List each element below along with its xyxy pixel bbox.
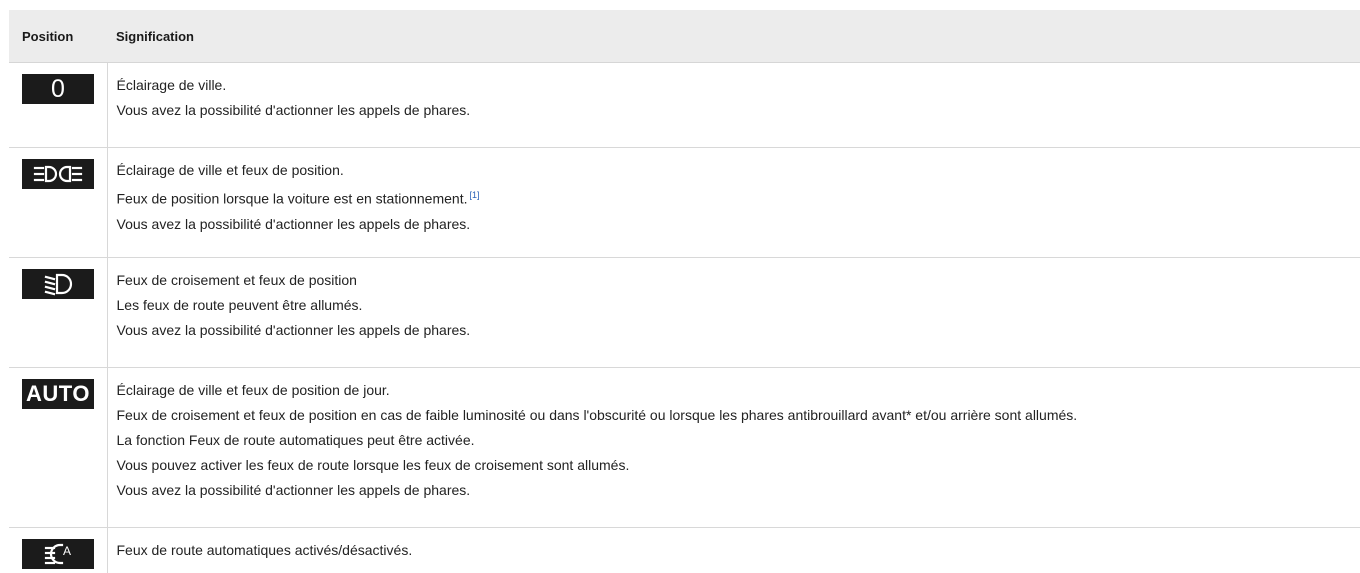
signification-cell: Feux de route automatiques activés/désac… — [107, 528, 1360, 573]
header-signification: Signification — [107, 10, 1360, 63]
position-cell — [9, 258, 107, 368]
signification-cell: Éclairage de ville. Vous avez la possibi… — [107, 63, 1360, 148]
description-line: Éclairage de ville. — [117, 73, 1360, 98]
description-line: Feux de croisement et feux de position e… — [117, 403, 1360, 428]
table-row: Éclairage de ville et feux de position. … — [9, 148, 1360, 258]
light-switch-table: Position Signification 0 Éclairage de vi… — [9, 10, 1360, 573]
description-line: Vous avez la possibilité d'actionner les… — [117, 478, 1360, 503]
position-cell: 0 — [9, 63, 107, 148]
zero-position-icon: 0 — [22, 74, 94, 104]
description-line: La fonction Feux de route automatiques p… — [117, 428, 1360, 453]
signification-cell: Feux de croisement et feux de position L… — [107, 258, 1360, 368]
auto-high-beam-letter: A — [63, 544, 71, 558]
parking-lights-icon — [22, 159, 94, 189]
header-position: Position — [9, 10, 107, 63]
description-line: Vous avez la possibilité d'actionner les… — [117, 212, 1360, 237]
signification-cell: Éclairage de ville et feux de position d… — [107, 368, 1360, 528]
position-cell — [9, 148, 107, 258]
description-line: Vous pouvez activer les feux de route lo… — [117, 453, 1360, 478]
position-cell: AUTO — [9, 368, 107, 528]
description-line: Vous avez la possibilité d'actionner les… — [117, 318, 1360, 343]
position-cell: A — [9, 528, 107, 573]
description-line-with-footnote: Feux de position lorsque la voiture est … — [117, 183, 1360, 212]
table-row: 0 Éclairage de ville. Vous avez la possi… — [9, 63, 1360, 148]
description-line: Éclairage de ville et feux de position. — [117, 158, 1360, 183]
description-line: Les feux de route peuvent être allumés. — [117, 293, 1360, 318]
description-line: Feux de route automatiques activés/désac… — [117, 538, 1360, 563]
zero-position-symbol: 0 — [51, 74, 65, 104]
footnote-link[interactable]: [1] — [469, 190, 479, 200]
table-header-row: Position Signification — [9, 10, 1360, 63]
description-line: Feux de croisement et feux de position — [117, 268, 1360, 293]
table-row: Feux de croisement et feux de position L… — [9, 258, 1360, 368]
description-line: Vous avez la possibilité d'actionner les… — [117, 98, 1360, 123]
description-text: Feux de position lorsque la voiture est … — [117, 191, 468, 207]
table-row: A Feux de route automatiques activés/dés… — [9, 528, 1360, 573]
auto-lights-icon: AUTO — [22, 379, 94, 409]
signification-cell: Éclairage de ville et feux de position. … — [107, 148, 1360, 258]
table-row: AUTO Éclairage de ville et feux de posit… — [9, 368, 1360, 528]
light-switch-table-container: Position Signification 0 Éclairage de vi… — [9, 10, 1360, 573]
description-line: Éclairage de ville et feux de position d… — [117, 378, 1360, 403]
dipped-beam-icon — [22, 269, 94, 299]
auto-symbol: AUTO — [26, 381, 90, 407]
